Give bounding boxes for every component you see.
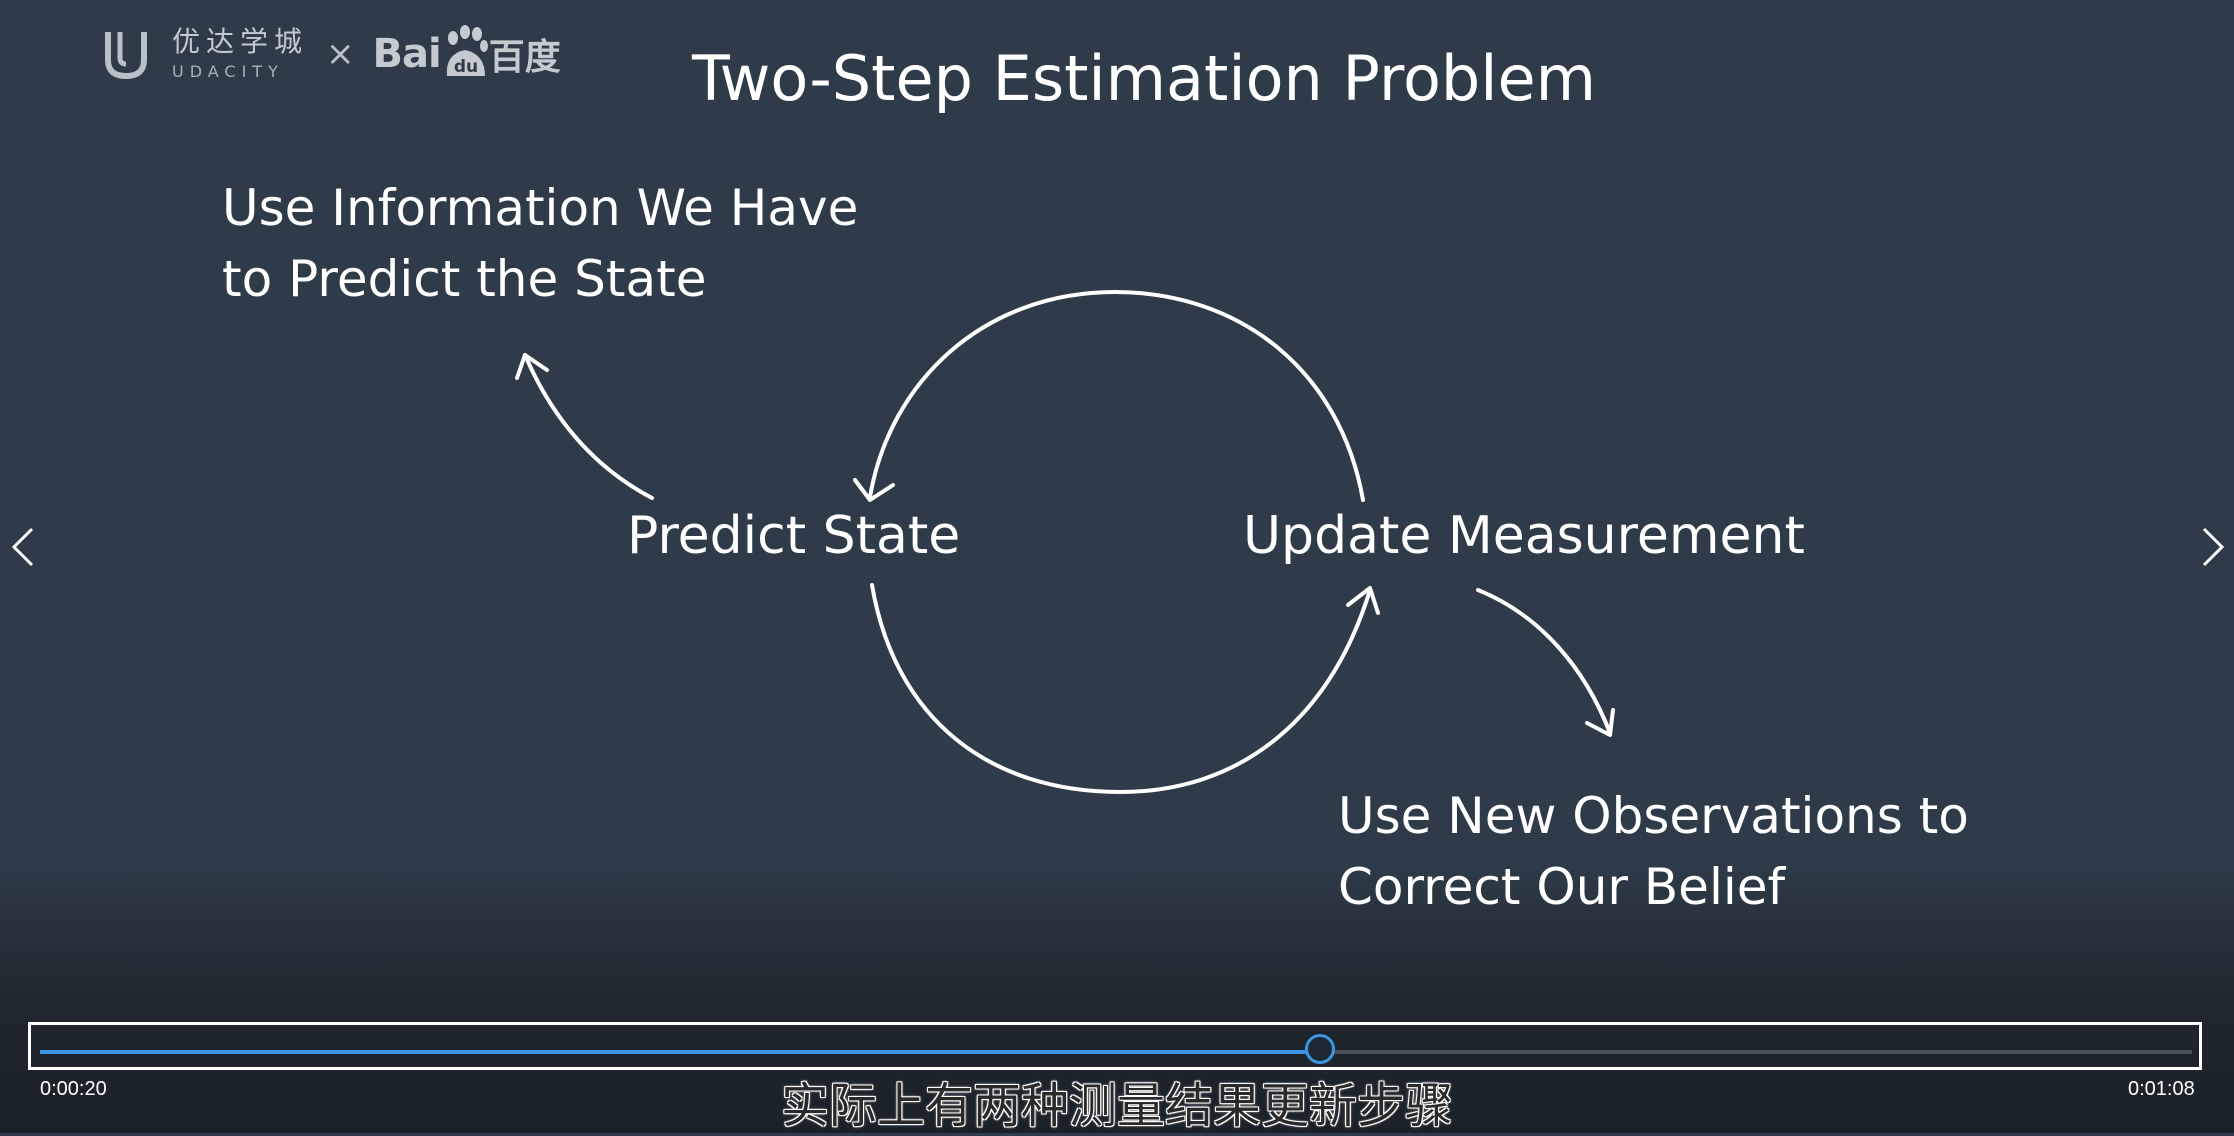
predict-state-label: Predict State bbox=[627, 506, 961, 566]
top-cycle-arc bbox=[868, 290, 1365, 502]
next-slide-button[interactable] bbox=[2192, 517, 2232, 577]
bottom-cycle-arc bbox=[870, 583, 1372, 794]
predict-arrow-line bbox=[523, 353, 654, 500]
seek-bar-frame bbox=[28, 1022, 2202, 1070]
update-caption: Use New Observations to Correct Our Beli… bbox=[1338, 781, 1969, 923]
cycle-diagram bbox=[515, 290, 1615, 794]
chevron-right-icon bbox=[2202, 527, 2225, 567]
update-arrow-line bbox=[1476, 588, 1612, 735]
subtitle-text: 实际上有两种测量结果更新步骤 bbox=[780, 1078, 1453, 1134]
chevron-left-icon bbox=[11, 527, 34, 567]
seek-bar-fill bbox=[40, 1050, 1321, 1054]
seek-bar[interactable] bbox=[40, 1050, 2192, 1054]
prev-slide-button[interactable] bbox=[4, 517, 44, 577]
update-caption-line2: Correct Our Belief bbox=[1338, 858, 1786, 916]
update-measurement-label: Update Measurement bbox=[1243, 506, 1805, 566]
update-caption-line1: Use New Observations to bbox=[1338, 787, 1969, 845]
